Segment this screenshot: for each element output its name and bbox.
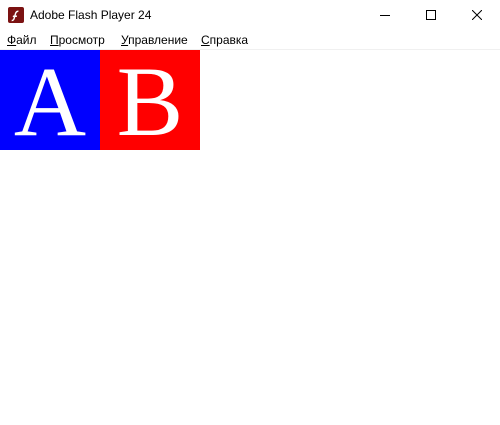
- menu-view-accelerator: П: [50, 33, 59, 47]
- menu-file-label: айл: [16, 33, 37, 47]
- close-icon: [472, 10, 482, 20]
- tile-a[interactable]: A: [0, 50, 100, 150]
- minimize-button[interactable]: [362, 0, 408, 30]
- menu-help-accelerator: С: [201, 33, 210, 47]
- menu-control-label: правление: [128, 33, 188, 47]
- menu-bar: Файл Просмотр Управление Справка: [0, 30, 500, 50]
- menu-view[interactable]: Просмотр: [50, 32, 105, 48]
- close-button[interactable]: [454, 0, 500, 30]
- tile-a-letter: A: [13, 50, 87, 151]
- tile-b[interactable]: B: [100, 50, 200, 150]
- maximize-button[interactable]: [408, 0, 454, 30]
- title-bar[interactable]: Adobe Flash Player 24: [0, 0, 500, 30]
- window-title: Adobe Flash Player 24: [30, 8, 152, 22]
- menu-help[interactable]: Справка: [201, 32, 248, 48]
- menu-file[interactable]: Файл: [7, 32, 37, 48]
- flash-player-icon: [8, 7, 24, 23]
- minimize-icon: [380, 15, 390, 16]
- menu-file-accelerator: Ф: [7, 33, 17, 47]
- menu-help-label: правка: [209, 33, 249, 47]
- tile-b-letter: B: [116, 50, 184, 151]
- menu-control[interactable]: Управление: [121, 32, 188, 48]
- flash-stage[interactable]: A B: [0, 50, 500, 425]
- menu-view-label: росмотр: [58, 33, 105, 47]
- flash-player-window: Adobe Flash Player 24 Файл Просмотр Упра…: [0, 0, 500, 425]
- maximize-icon: [426, 10, 436, 20]
